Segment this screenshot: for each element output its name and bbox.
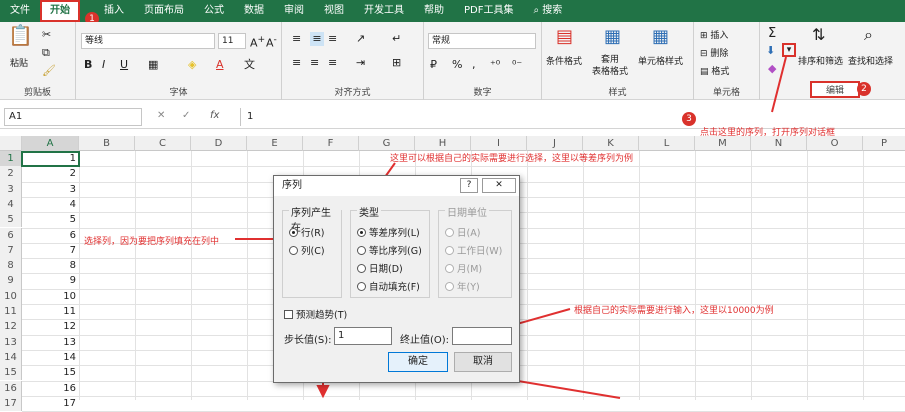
year-label: 年(Y)	[457, 282, 480, 293]
stop-label: 终止值(O):	[400, 335, 450, 346]
date-radio[interactable]: 日期(D)	[357, 261, 403, 275]
radio	[445, 227, 454, 237]
close-button[interactable]: ✕	[482, 178, 516, 193]
radio-selected	[289, 227, 298, 237]
growth-radio[interactable]: 等比序列(G)	[357, 243, 422, 257]
row-radio[interactable]: 行(R)	[289, 225, 325, 239]
radio	[357, 281, 366, 291]
day-label: 日(A)	[457, 228, 481, 239]
radio	[357, 245, 366, 255]
trend-checkbox[interactable]: 预测趋势(T)	[284, 307, 347, 321]
row-label: 行(R)	[301, 228, 325, 239]
step-input[interactable]: 1	[334, 327, 392, 345]
autofill-radio[interactable]: 自动填充(F)	[357, 279, 420, 293]
series-dialog: 序列 ? ✕ 序列产生在 行(R) 列(C) 类型 等差序列(L) 等比序列(G…	[273, 175, 520, 383]
column-label: 列(C)	[301, 246, 325, 257]
cancel-button[interactable]: 取消	[454, 352, 512, 372]
type-label: 类型	[357, 204, 381, 219]
trend-label: 预测趋势(T)	[296, 310, 348, 321]
radio	[445, 263, 454, 273]
linear-radio[interactable]: 等差序列(L)	[357, 225, 420, 239]
month-radio[interactable]: 月(M)	[445, 261, 482, 275]
arrow-line	[771, 56, 787, 113]
step-label: 步长值(S):	[284, 335, 332, 346]
date-label: 日期(D)	[369, 264, 403, 275]
stop-input[interactable]	[452, 327, 512, 345]
weekday-radio[interactable]: 工作日(W)	[445, 243, 502, 257]
day-radio[interactable]: 日(A)	[445, 225, 480, 239]
date-unit-label: 日期单位	[445, 204, 489, 219]
linear-label: 等差序列(L)	[369, 228, 420, 239]
type-fieldset: 类型 等差序列(L) 等比序列(G) 日期(D) 自动填充(F)	[350, 204, 430, 298]
series-in-fieldset: 序列产生在 行(R) 列(C)	[282, 204, 342, 298]
growth-label: 等比序列(G)	[369, 246, 422, 257]
weekday-label: 工作日(W)	[457, 246, 503, 257]
column-radio[interactable]: 列(C)	[289, 243, 325, 257]
radio-selected	[357, 227, 366, 237]
autofill-label: 自动填充(F)	[369, 282, 420, 293]
arrow-head	[316, 385, 330, 399]
date-unit-fieldset: 日期单位 日(A) 工作日(W) 月(M) 年(Y)	[438, 204, 512, 298]
ok-button[interactable]: 确定	[388, 352, 448, 372]
checkbox	[284, 309, 293, 319]
radio	[357, 263, 366, 273]
radio	[445, 245, 454, 255]
radio	[445, 281, 454, 291]
radio	[289, 245, 298, 255]
year-radio[interactable]: 年(Y)	[445, 279, 480, 293]
help-button[interactable]: ?	[460, 178, 478, 193]
month-label: 月(M)	[457, 264, 483, 275]
